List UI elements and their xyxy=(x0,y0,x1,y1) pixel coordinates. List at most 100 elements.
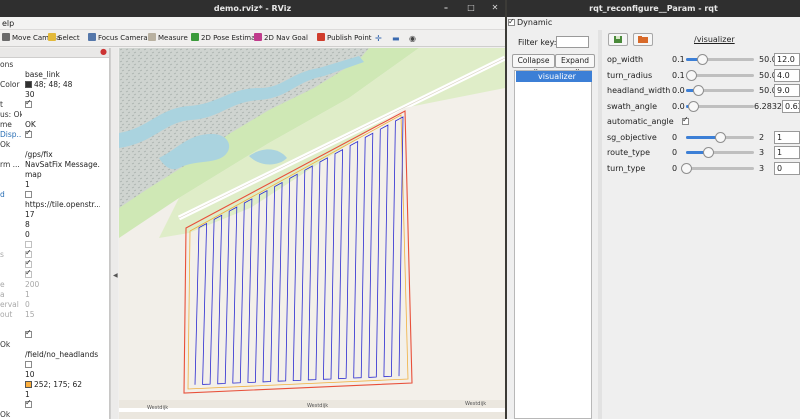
property-value[interactable] xyxy=(25,270,100,280)
property-value[interactable] xyxy=(25,100,100,110)
param-slider-handle[interactable] xyxy=(697,54,709,65)
param-value-input[interactable]: 1 xyxy=(774,146,800,159)
param-value-input[interactable]: 0 xyxy=(774,161,800,175)
property-checkbox[interactable] xyxy=(25,400,32,408)
param-slider[interactable] xyxy=(681,162,754,174)
property-value[interactable] xyxy=(25,260,100,270)
param-slider[interactable] xyxy=(686,69,754,81)
property-value[interactable] xyxy=(25,410,100,419)
menu-help[interactable]: elp xyxy=(2,19,14,28)
property-checkbox[interactable] xyxy=(25,361,32,368)
property-checkbox[interactable] xyxy=(25,241,32,248)
param-slider-handle[interactable] xyxy=(681,162,692,174)
property-value[interactable] xyxy=(25,320,100,330)
property-value[interactable] xyxy=(25,250,100,260)
select-icon xyxy=(48,33,56,41)
property-value[interactable]: base_link xyxy=(25,70,100,80)
collapse-all-button[interactable]: Collapse all xyxy=(512,54,555,77)
map-canvas[interactable]: Westdijk Westdijk Westdijk xyxy=(119,48,505,419)
tool-select-button[interactable]: Select xyxy=(48,32,80,45)
property-value[interactable]: /field/no_headlands xyxy=(25,350,100,360)
panel-close-icon[interactable]: ● xyxy=(100,48,107,56)
property-name xyxy=(0,260,22,270)
map-view[interactable]: Westdijk Westdijk Westdijk xyxy=(119,48,505,419)
param-slider[interactable] xyxy=(686,147,754,158)
tool-publish-point-button[interactable]: Publish Point xyxy=(317,32,372,45)
expand-all-button[interactable]: Expand all xyxy=(555,54,595,77)
property-value[interactable] xyxy=(25,340,100,350)
property-value[interactable]: 0 xyxy=(25,230,100,240)
displays-scrollbar[interactable] xyxy=(110,48,118,419)
property-value[interactable]: 1 xyxy=(25,390,100,400)
property-value[interactable]: https://tile.openstr... xyxy=(25,200,100,210)
property-value[interactable]: map xyxy=(25,170,100,180)
move-axes-icon[interactable]: ✛ xyxy=(375,32,382,45)
property-value[interactable] xyxy=(25,190,100,200)
property-value[interactable]: OK xyxy=(25,120,100,130)
property-value-text: 8 xyxy=(25,220,30,229)
property-checkbox[interactable] xyxy=(25,250,32,258)
property-value[interactable] xyxy=(25,240,100,250)
property-value[interactable] xyxy=(25,360,100,370)
param-checkbox[interactable] xyxy=(682,115,689,125)
property-value[interactable] xyxy=(25,400,100,410)
property-value[interactable] xyxy=(25,60,100,70)
param-slider-handle[interactable] xyxy=(693,85,705,96)
property-value[interactable]: 17 xyxy=(25,210,100,220)
param-slider[interactable] xyxy=(686,54,754,65)
property-checkbox[interactable] xyxy=(25,270,32,278)
param-slider[interactable] xyxy=(686,131,754,143)
tool-nav-goal-button[interactable]: 2D Nav Goal xyxy=(254,32,308,45)
property-value[interactable]: 0 xyxy=(25,300,100,310)
property-value[interactable]: 10 xyxy=(25,370,100,380)
property-checkbox[interactable] xyxy=(25,260,32,268)
property-value[interactable] xyxy=(25,330,100,340)
param-slider-handle[interactable] xyxy=(687,100,699,112)
property-value[interactable] xyxy=(25,130,100,140)
property-checkbox[interactable] xyxy=(25,100,32,108)
property-value[interactable]: 48; 48; 48 xyxy=(25,80,100,90)
param-value-input[interactable]: 12.0 xyxy=(774,53,800,66)
zoom-out-icon[interactable]: ▬ xyxy=(392,32,400,45)
tool-pose-estimate-button[interactable]: 2D Pose Estimate xyxy=(191,32,262,45)
property-value[interactable]: 1 xyxy=(25,290,100,300)
property-value[interactable]: NavSatFix Message... xyxy=(25,160,100,170)
tree-item-visualizer[interactable]: visualizer xyxy=(516,71,592,82)
param-value-input[interactable]: 9.0 xyxy=(774,84,800,97)
collapse-left-handle-icon[interactable]: ◀ xyxy=(113,272,118,279)
param-slider-handle[interactable] xyxy=(715,131,726,143)
property-value[interactable]: 30 xyxy=(25,90,100,100)
load-params-button[interactable] xyxy=(633,33,653,46)
camera-view-icon[interactable]: ◉ xyxy=(409,32,416,45)
property-value[interactable] xyxy=(25,110,100,120)
save-params-button[interactable] xyxy=(608,33,628,46)
param-slider[interactable] xyxy=(686,100,754,112)
param-slider[interactable] xyxy=(686,85,754,96)
property-name: t xyxy=(0,100,3,109)
property-name: Ok xyxy=(0,410,11,419)
property-value[interactable] xyxy=(25,140,100,150)
param-value-input[interactable]: 4.0 xyxy=(774,68,800,82)
param-value-input[interactable]: 1 xyxy=(774,130,800,144)
filter-key-input[interactable] xyxy=(556,36,589,48)
tool-focus-camera-button[interactable]: Focus Camera xyxy=(88,32,148,45)
param-slider-handle[interactable] xyxy=(703,147,715,158)
property-value[interactable]: 15 xyxy=(25,310,100,320)
property-value[interactable]: /gps/fix xyxy=(25,150,100,160)
minimize-icon[interactable]: – xyxy=(441,3,451,13)
dock-checkbox[interactable] xyxy=(508,16,515,28)
property-value[interactable]: 1 xyxy=(25,180,100,190)
param-min: 0.0 xyxy=(672,86,685,95)
property-value[interactable]: 252; 175; 62 xyxy=(25,380,100,390)
property-value[interactable]: 8 xyxy=(25,220,100,230)
property-checkbox[interactable] xyxy=(25,191,32,198)
maximize-icon[interactable]: □ xyxy=(466,3,476,13)
close-icon[interactable]: ✕ xyxy=(490,3,500,13)
property-value[interactable]: 200 xyxy=(25,280,100,290)
param-label: swath_angle xyxy=(607,101,658,111)
property-checkbox[interactable] xyxy=(25,130,32,138)
param-value-input[interactable]: 0.628 xyxy=(782,99,800,113)
tool-measure-button[interactable]: Measure xyxy=(148,32,188,45)
property-checkbox[interactable] xyxy=(25,330,32,338)
param-slider-handle[interactable] xyxy=(686,69,698,81)
